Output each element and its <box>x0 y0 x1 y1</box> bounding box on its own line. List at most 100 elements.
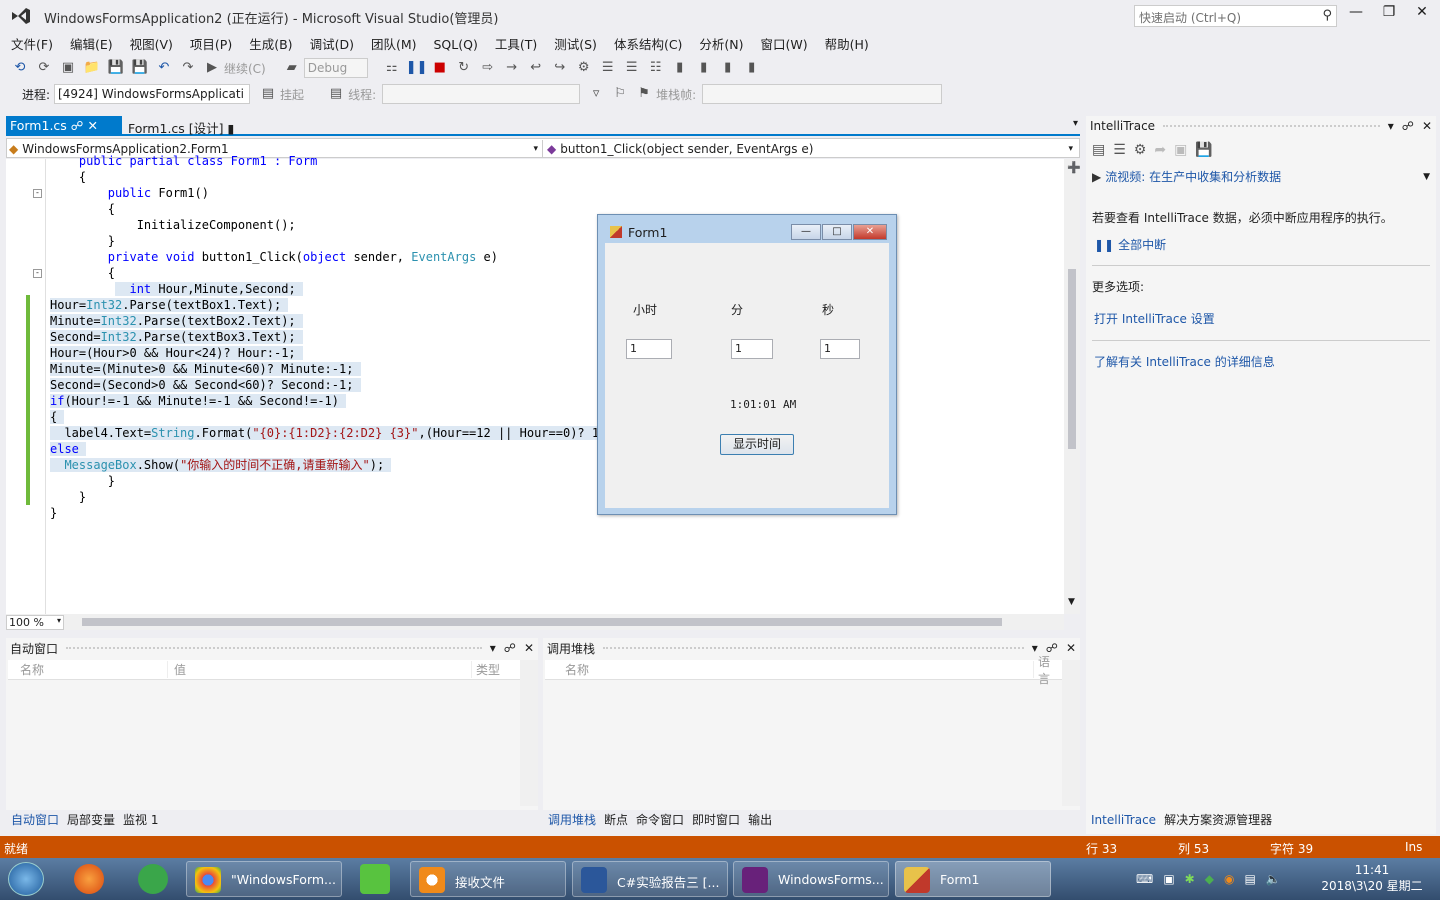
member-dropdown[interactable]: ◆ button1_Click(object sender, EventArgs … <box>547 140 1077 157</box>
settings-icon[interactable]: ⚙ <box>1134 142 1147 158</box>
taskbar-item-chrome[interactable]: "WindowsForm... <box>186 861 342 897</box>
open-file-icon[interactable]: 📁 <box>82 58 102 78</box>
next-bookmark-icon[interactable]: ▮ <box>718 58 738 78</box>
minimize-button[interactable]: — <box>1341 4 1371 26</box>
calls-view-icon[interactable]: ☰ <box>1113 142 1126 158</box>
menu-help[interactable]: 帮助(H) <box>825 32 869 55</box>
clock[interactable]: 11:41 2018\3\20 星期二 <box>1312 863 1432 894</box>
menu-file[interactable]: 文件(F) <box>11 32 53 55</box>
save-all-icon[interactable]: 💾 <box>130 58 150 78</box>
network-icon[interactable]: ▣ <box>1163 872 1174 886</box>
tab-form1-cs[interactable]: Form1.cs ☍ ✕ <box>6 116 122 136</box>
menu-project[interactable]: 项目(P) <box>190 32 232 55</box>
break-all-link[interactable]: 全部中断 <box>1118 236 1166 253</box>
menu-build[interactable]: 生成(B) <box>249 32 292 55</box>
step-into-icon[interactable]: → <box>502 58 522 78</box>
save-icon[interactable]: 💾 <box>106 58 126 78</box>
tab-intellitrace[interactable]: IntelliTrace <box>1091 813 1156 827</box>
config-select[interactable]: Debug <box>303 58 368 78</box>
pin-icon[interactable]: ☍ <box>71 118 84 133</box>
menu-debug[interactable]: 调试(D) <box>310 32 354 55</box>
dropdown-icon[interactable]: ▾ <box>1388 119 1394 133</box>
open-log-icon[interactable]: ▣ <box>1174 142 1187 158</box>
firefox-icon[interactable] <box>74 864 104 894</box>
form-close-button[interactable]: ✕ <box>853 224 887 240</box>
tab-call-stack[interactable]: 调用堆栈 <box>548 813 596 827</box>
close-icon[interactable]: ✕ <box>1066 641 1076 655</box>
column-name[interactable]: 名称 <box>545 661 1035 678</box>
step-out-icon[interactable]: ↪ <box>550 58 570 78</box>
close-icon[interactable]: ✕ <box>524 641 534 655</box>
restart-icon[interactable]: ↻ <box>454 58 474 78</box>
tab-immediate-window[interactable]: 即时窗口 <box>692 813 740 827</box>
tab-autos[interactable]: 自动窗口 <box>11 813 59 827</box>
iqiyi-icon[interactable] <box>360 864 390 894</box>
zoom-select[interactable]: 100 % ▾ <box>6 615 64 630</box>
dropdown-icon[interactable]: ▾ <box>490 641 496 655</box>
collapse-icon[interactable]: - <box>33 189 42 198</box>
show-time-button[interactable]: 显示时间 <box>720 434 794 455</box>
uncomment-icon[interactable]: ☷ <box>646 58 666 78</box>
bookmark-icon[interactable]: ▮ <box>670 58 690 78</box>
find-icon[interactable]: ⚏ <box>382 58 402 78</box>
tab-output[interactable]: 输出 <box>748 813 772 827</box>
restore-button[interactable]: ❐ <box>1374 4 1404 26</box>
forward-icon[interactable]: ⟳ <box>34 58 54 78</box>
autos-scrollbar[interactable] <box>520 660 538 806</box>
close-icon[interactable]: ✕ <box>1422 119 1432 133</box>
pin-icon[interactable]: ☍ <box>1402 119 1414 133</box>
threads-icon[interactable]: ☰ <box>598 58 618 78</box>
keyboard-icon[interactable]: ⌨ <box>1136 872 1153 886</box>
close-tab-icon[interactable]: ✕ <box>87 118 97 133</box>
stop-icon[interactable]: ■ <box>430 58 450 78</box>
column-language[interactable]: 语言 <box>1034 653 1062 687</box>
quick-launch-input[interactable]: 快速启动 (Ctrl+Q) ⚲ <box>1134 5 1337 27</box>
pin-icon[interactable]: ☍ <box>504 641 516 655</box>
video-link[interactable]: 流视频: 在生产中收集和分析数据 <box>1105 168 1281 185</box>
menu-view[interactable]: 视图(V) <box>130 32 173 55</box>
undo-icon[interactable]: ↶ <box>154 58 174 78</box>
menu-window[interactable]: 窗口(W) <box>761 32 808 55</box>
menu-analyze[interactable]: 分析(N) <box>699 32 743 55</box>
taskbar-item-visual-studio[interactable]: WindowsForms... <box>733 861 889 897</box>
display-icon[interactable]: ▤ <box>1244 872 1255 886</box>
tray-app-icon[interactable]: ◉ <box>1224 872 1234 886</box>
close-button[interactable]: ✕ <box>1407 4 1437 26</box>
menu-edit[interactable]: 编辑(E) <box>70 32 113 55</box>
menu-sql[interactable]: SQL(Q) <box>434 35 478 54</box>
step-over-icon[interactable]: ↩ <box>526 58 546 78</box>
tab-solution-explorer[interactable]: 解决方案资源管理器 <box>1164 813 1272 827</box>
tab-watch1[interactable]: 监视 1 <box>123 813 158 827</box>
clear-bookmarks-icon[interactable]: ▮ <box>742 58 762 78</box>
editor-horizontal-scrollbar[interactable] <box>6 614 1064 630</box>
menu-team[interactable]: 团队(M) <box>371 32 417 55</box>
continue-icon[interactable]: ▶ <box>202 58 222 78</box>
break-all-row[interactable]: ❚❚ 全部中断 <box>1086 234 1436 255</box>
comment-icon[interactable]: ☰ <box>622 58 642 78</box>
open-settings-link[interactable]: 打开 IntelliTrace 设置 <box>1086 301 1436 336</box>
start-button[interactable] <box>8 862 44 896</box>
scroll-thumb[interactable] <box>1068 269 1076 449</box>
tab-dropdown-icon[interactable]: ▾ <box>1073 118 1078 129</box>
form1-window[interactable]: Form1 — □ ✕ 小时 分 秒 1 1 1 1:01:01 AM 显示时间 <box>597 214 897 515</box>
scroll-down-icon[interactable]: ▼ <box>1068 597 1075 607</box>
taskbar-item-form1[interactable]: Form1 <box>895 861 1051 897</box>
tab-command-window[interactable]: 命令窗口 <box>636 813 684 827</box>
new-project-icon[interactable]: ▣ <box>58 58 78 78</box>
show-next-statement-icon[interactable]: ⇨ <box>478 58 498 78</box>
events-view-icon[interactable]: ▤ <box>1092 142 1105 158</box>
break-all-icon[interactable]: ❚❚ <box>406 58 428 78</box>
column-type[interactable]: 类型 <box>472 661 500 678</box>
hex-icon[interactable]: ⚙ <box>574 58 594 78</box>
tab-locals[interactable]: 局部变量 <box>67 813 115 827</box>
tab-breakpoints[interactable]: 断点 <box>604 813 628 827</box>
taskbar-item-receive-file[interactable]: 接收文件 <box>410 861 566 897</box>
taskbar-item-word[interactable]: C#实验报告三 [... <box>572 861 728 897</box>
textbox-hour[interactable]: 1 <box>626 339 672 359</box>
stackframe-select[interactable] <box>702 84 943 104</box>
form-maximize-button[interactable]: □ <box>822 224 852 240</box>
tab-form1-design[interactable]: Form1.cs [设计] ▮ <box>124 116 238 136</box>
tray-app-icon[interactable]: ◆ <box>1205 872 1214 886</box>
menu-tools[interactable]: 工具(T) <box>495 32 537 55</box>
thread-select[interactable] <box>382 84 581 104</box>
